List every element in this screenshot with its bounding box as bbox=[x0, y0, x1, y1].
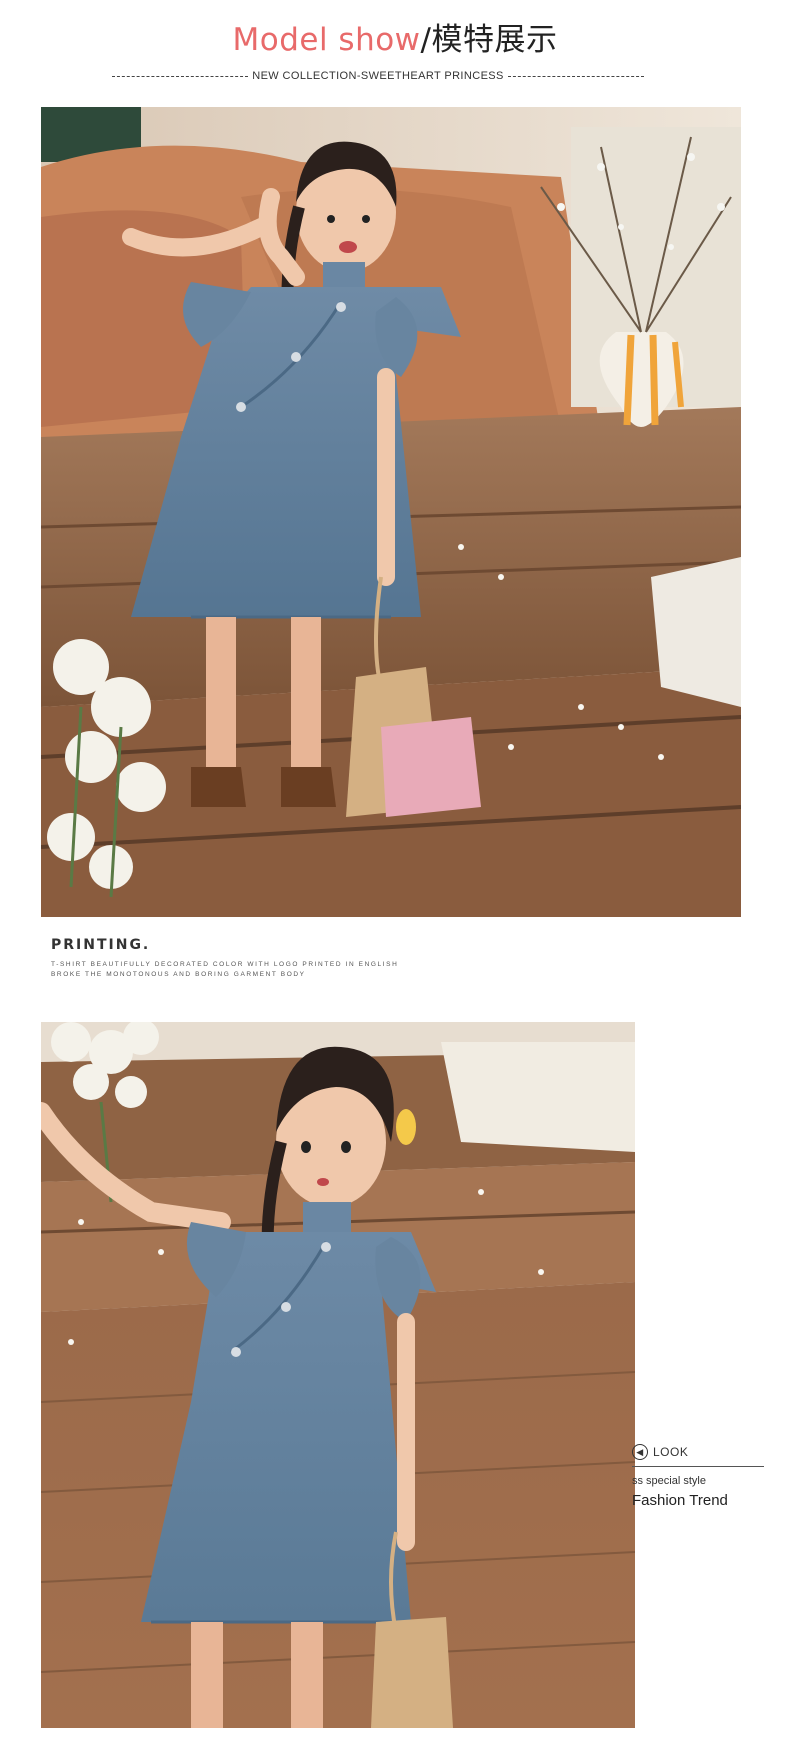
collection-subtitle: NEW COLLECTION-SWEETHEART PRINCESS bbox=[252, 70, 504, 82]
title-chinese: /模特展示 bbox=[420, 22, 558, 58]
model-photo-2-illustration bbox=[41, 1022, 635, 1728]
model-photo-2 bbox=[41, 1022, 635, 1728]
special-style-text: ss special style bbox=[632, 1475, 706, 1487]
look-divider bbox=[632, 1466, 764, 1467]
printing-heading: PRINTING. bbox=[51, 937, 151, 953]
left-arrow-circle-icon: ◀ bbox=[632, 1444, 648, 1460]
look-link[interactable]: ◀ LOOK bbox=[632, 1444, 782, 1460]
page-title: Model show/模特展示 bbox=[0, 14, 790, 59]
look-label: LOOK bbox=[653, 1445, 689, 1459]
title-english: Model show bbox=[232, 22, 421, 58]
subtitle-row: NEW COLLECTION-SWEETHEART PRINCESS bbox=[112, 68, 644, 84]
right-dashed-divider bbox=[507, 75, 644, 77]
printing-description-line-1: T-SHIRT BEAUTIFULLY DECORATED COLOR WITH… bbox=[51, 961, 399, 968]
fashion-trend-text: Fashion Trend bbox=[632, 1492, 728, 1509]
model-photo-1-illustration bbox=[41, 107, 741, 917]
left-dashed-divider bbox=[112, 75, 249, 77]
model-photo-1 bbox=[41, 107, 741, 917]
side-caption-block: ◀ LOOK ss special style Fashion Trend bbox=[632, 1444, 782, 1509]
printing-description-line-2: BROKE THE MONOTONOUS AND BORING GARMENT … bbox=[51, 971, 306, 978]
